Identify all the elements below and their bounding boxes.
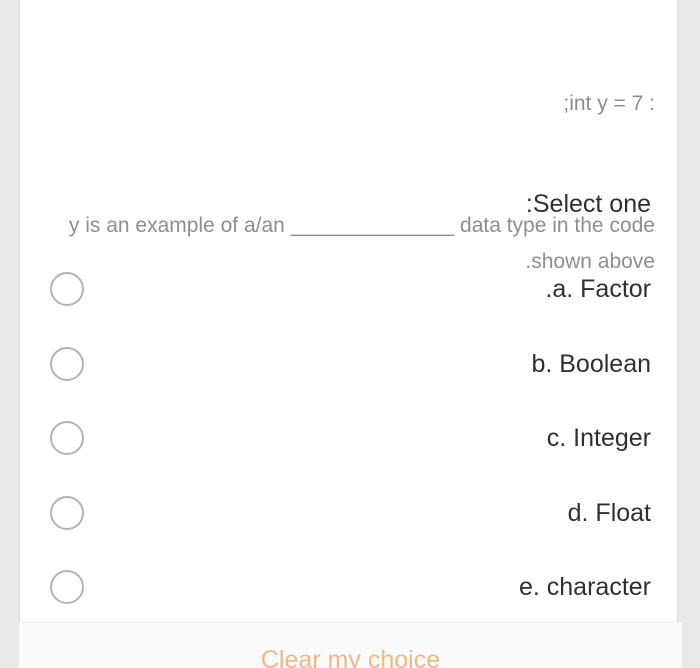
radio-button-e[interactable] bbox=[50, 570, 84, 605]
radio-button-b[interactable] bbox=[50, 346, 84, 381]
answer-option-c[interactable]: c. Integer bbox=[20, 401, 677, 476]
question-card: : int y = 7; y is an example of a/an ___… bbox=[19, 0, 678, 668]
answer-option-e[interactable]: e. character bbox=[20, 550, 677, 625]
radio-button-a[interactable] bbox=[50, 272, 84, 307]
answer-label-e: e. character bbox=[518, 573, 651, 602]
radio-button-d[interactable] bbox=[50, 495, 84, 530]
question-code-line: : int y = 7; bbox=[563, 92, 655, 115]
page-background: : int y = 7; y is an example of a/an ___… bbox=[0, 0, 700, 668]
answer-label-d: d. Float bbox=[567, 498, 651, 527]
clear-choice-bar: Clear my choice bbox=[19, 622, 682, 668]
answer-option-b[interactable]: b. Boolean bbox=[20, 327, 677, 402]
answer-label-b: b. Boolean bbox=[531, 349, 651, 378]
answer-label-c: c. Integer bbox=[546, 424, 651, 453]
answer-label-a: a. Factor. bbox=[545, 275, 651, 304]
radio-button-c[interactable] bbox=[50, 421, 84, 456]
clear-my-choice-button[interactable]: Clear my choice bbox=[261, 645, 440, 668]
answer-option-a[interactable]: a. Factor. bbox=[20, 252, 677, 327]
select-one-label: Select one: bbox=[525, 190, 651, 218]
answer-options-list: a. Factor. b. Boolean c. Integer d. Floa… bbox=[20, 252, 677, 625]
answer-option-d[interactable]: d. Float bbox=[20, 476, 677, 551]
